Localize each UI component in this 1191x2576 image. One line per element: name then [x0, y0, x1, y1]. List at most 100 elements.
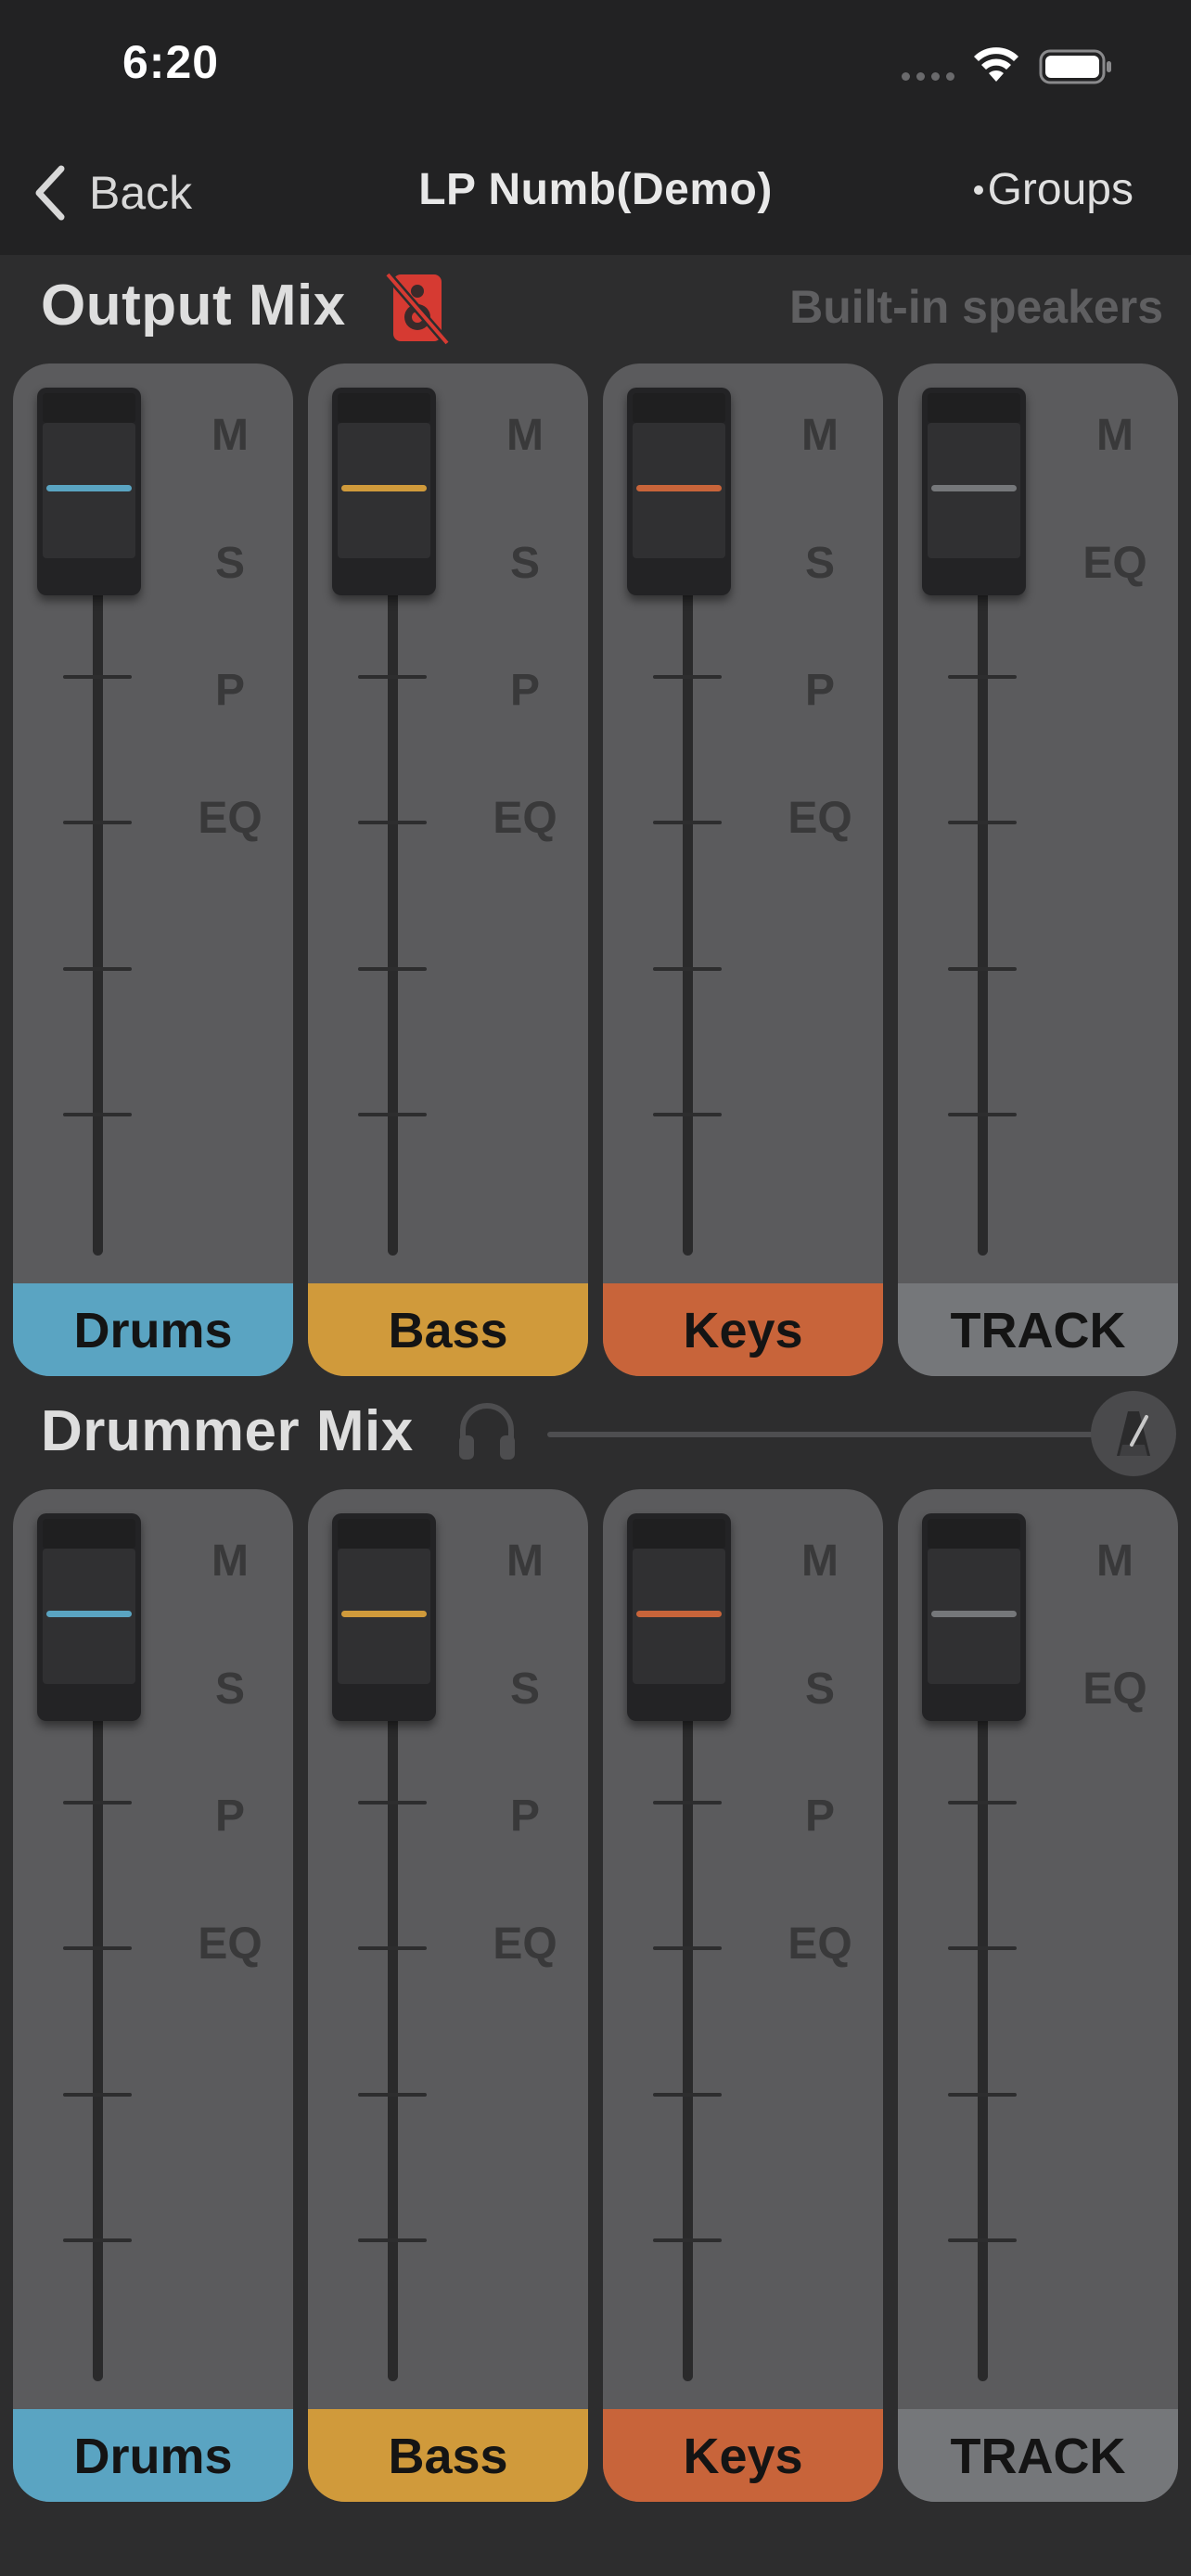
- drummer-channel-drums: M S P EQ Drums: [13, 1489, 293, 2502]
- fader-track[interactable]: [388, 586, 398, 1256]
- fader-tick: [948, 675, 1017, 679]
- fader-track[interactable]: [683, 586, 693, 1256]
- fader-indicator: [46, 1611, 132, 1617]
- drummer-mix-slider[interactable]: [547, 1432, 1104, 1437]
- fader-indicator: [46, 485, 132, 491]
- channel-name-track[interactable]: TRACK: [898, 1283, 1178, 1376]
- s-button[interactable]: S: [779, 1664, 861, 1715]
- channel-name-keys[interactable]: Keys: [603, 1283, 883, 1376]
- s-button[interactable]: S: [484, 1664, 566, 1715]
- fader-indicator: [931, 485, 1017, 491]
- fader-tick: [948, 1946, 1017, 1950]
- fader-knob[interactable]: [922, 388, 1026, 595]
- eq-button[interactable]: EQ: [189, 793, 271, 844]
- fader-track[interactable]: [978, 586, 988, 1256]
- output-device-label[interactable]: Built-in speakers: [789, 280, 1163, 334]
- channel-name-bass[interactable]: Bass: [308, 1283, 588, 1376]
- fader-knob[interactable]: [627, 388, 731, 595]
- eq-button[interactable]: EQ: [1074, 538, 1156, 589]
- p-button[interactable]: P: [484, 665, 566, 716]
- m-button[interactable]: M: [484, 410, 566, 461]
- fader-indicator: [341, 1611, 427, 1617]
- fader-knob-grip: [928, 1519, 1020, 1549]
- eq-button[interactable]: EQ: [779, 1919, 861, 1970]
- metronome-button[interactable]: [1091, 1391, 1176, 1476]
- output-channel-drums: M S P EQ Drums: [13, 363, 293, 1376]
- m-button[interactable]: M: [779, 410, 861, 461]
- fader-knob[interactable]: [37, 388, 141, 595]
- fader-tick: [63, 1946, 132, 1950]
- fader-tick: [948, 1113, 1017, 1116]
- fader-tick: [948, 2238, 1017, 2242]
- s-button[interactable]: S: [779, 538, 861, 589]
- m-button[interactable]: M: [189, 1536, 271, 1587]
- p-button[interactable]: P: [189, 665, 271, 716]
- output-mix-title: Output Mix: [41, 274, 346, 338]
- eq-button[interactable]: EQ: [189, 1919, 271, 1970]
- fader-track[interactable]: [93, 586, 103, 1256]
- fader-tick: [358, 2238, 427, 2242]
- fader-tick: [63, 821, 132, 824]
- fader-knob[interactable]: [922, 1513, 1026, 1721]
- fader-tick: [358, 1113, 427, 1116]
- groups-button[interactable]: Groups: [973, 164, 1133, 215]
- battery-icon: [1039, 49, 1111, 84]
- m-button[interactable]: M: [1074, 1536, 1156, 1587]
- p-button[interactable]: P: [484, 1791, 566, 1842]
- channel-name-drums[interactable]: Drums: [13, 2409, 293, 2502]
- drummer-channel-keys: M S P EQ Keys: [603, 1489, 883, 2502]
- fader-tick: [653, 675, 722, 679]
- metronome-icon: [1117, 1411, 1150, 1456]
- channel-name-drums[interactable]: Drums: [13, 1283, 293, 1376]
- drummer-mix-title: Drummer Mix: [41, 1399, 414, 1463]
- fader-tick: [63, 1113, 132, 1116]
- speaker-muted-icon[interactable]: [380, 271, 455, 345]
- fader-knob-grip: [928, 393, 1020, 423]
- headphones-icon[interactable]: [455, 1398, 519, 1463]
- s-button[interactable]: S: [189, 1664, 271, 1715]
- fader-tick: [653, 821, 722, 824]
- fader-knob-grip: [633, 393, 725, 423]
- s-button[interactable]: S: [189, 538, 271, 589]
- fader-tick: [948, 1801, 1017, 1804]
- p-button[interactable]: P: [779, 665, 861, 716]
- fader-tick: [653, 1113, 722, 1116]
- p-button[interactable]: P: [779, 1791, 861, 1842]
- fader-tick: [653, 2238, 722, 2242]
- fader-indicator: [636, 485, 722, 491]
- fader-knob[interactable]: [332, 388, 436, 595]
- s-button[interactable]: S: [484, 538, 566, 589]
- m-button[interactable]: M: [1074, 410, 1156, 461]
- m-button[interactable]: M: [189, 410, 271, 461]
- channel-name-track[interactable]: TRACK: [898, 2409, 1178, 2502]
- p-button[interactable]: P: [189, 1791, 271, 1842]
- fader-tick: [653, 1801, 722, 1804]
- fader-track[interactable]: [683, 1712, 693, 2381]
- m-button[interactable]: M: [484, 1536, 566, 1587]
- fader-indicator: [341, 485, 427, 491]
- status-bar: 6:20: [0, 0, 1191, 139]
- fader-knob-grip: [43, 393, 135, 423]
- fader-tick: [358, 1801, 427, 1804]
- channel-name-keys[interactable]: Keys: [603, 2409, 883, 2502]
- eq-button[interactable]: EQ: [484, 793, 566, 844]
- fader-knob-grip: [338, 1519, 430, 1549]
- eq-button[interactable]: EQ: [779, 793, 861, 844]
- fader-tick: [63, 675, 132, 679]
- fader-track[interactable]: [93, 1712, 103, 2381]
- m-button[interactable]: M: [779, 1536, 861, 1587]
- fader-tick: [948, 2093, 1017, 2097]
- fader-tick: [358, 821, 427, 824]
- eq-button[interactable]: EQ: [484, 1919, 566, 1970]
- fader-tick: [358, 1946, 427, 1950]
- eq-button[interactable]: EQ: [1074, 1664, 1156, 1715]
- channel-name-bass[interactable]: Bass: [308, 2409, 588, 2502]
- fader-knob[interactable]: [627, 1513, 731, 1721]
- fader-tick: [948, 821, 1017, 824]
- fader-knob[interactable]: [332, 1513, 436, 1721]
- fader-track[interactable]: [388, 1712, 398, 2381]
- fader-tick: [948, 967, 1017, 971]
- fader-knob[interactable]: [37, 1513, 141, 1721]
- drummer-channel-bass: M S P EQ Bass: [308, 1489, 588, 2502]
- fader-track[interactable]: [978, 1712, 988, 2381]
